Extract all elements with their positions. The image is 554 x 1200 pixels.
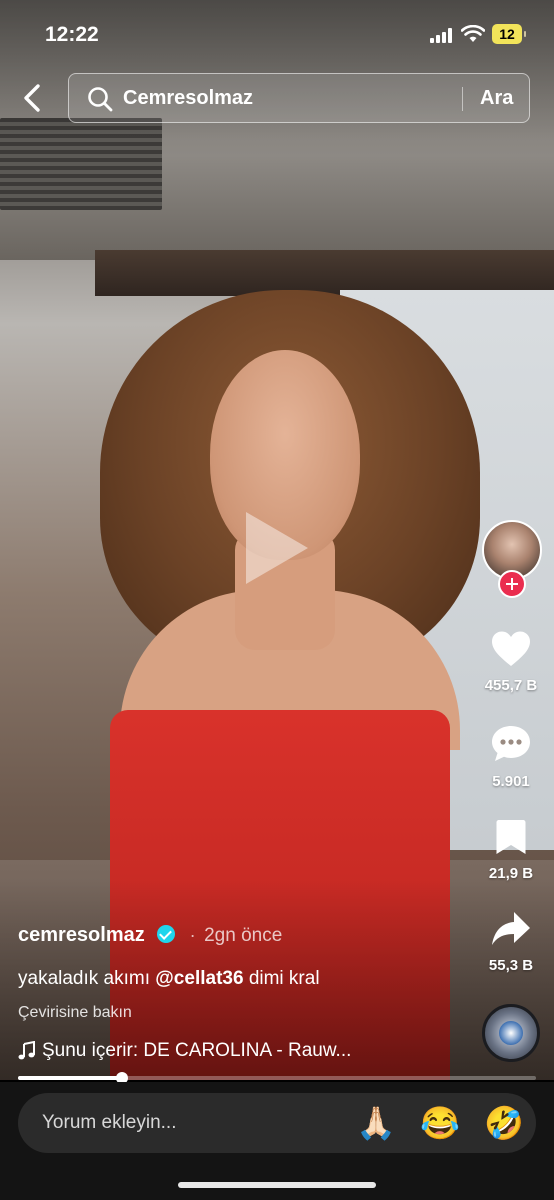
emoji-rofl-button[interactable]: 🤣	[484, 1106, 524, 1140]
post-meta: cemresolmaz · 2gn önce	[18, 924, 468, 947]
cellular-signal-icon	[430, 28, 452, 43]
username-link[interactable]: cemresolmaz	[18, 924, 145, 947]
progress-fill	[18, 1076, 122, 1080]
follow-plus-icon[interactable]	[498, 570, 526, 598]
like-count: 455,7 B	[484, 677, 538, 694]
share-button[interactable]: 55,3 B	[480, 910, 542, 974]
post-caption: yakaladık akımı @cellat36 dimi kral	[18, 968, 320, 990]
post-time-ago: 2gn önce	[204, 925, 283, 946]
search-icon	[88, 87, 113, 112]
music-info[interactable]: Şunu içerir: DE CAROLINA - Rauw...	[18, 1040, 351, 1062]
share-arrow-icon	[492, 912, 530, 945]
play-icon[interactable]	[246, 512, 308, 584]
search-button[interactable]: Ara	[480, 87, 513, 110]
save-count: 21,9 B	[488, 865, 534, 882]
save-button[interactable]: 21,9 B	[480, 818, 542, 882]
emoji-tears-of-joy-button[interactable]: 😂	[420, 1106, 460, 1140]
status-bar: 12:22 12	[0, 0, 554, 64]
battery-icon: 12	[492, 24, 526, 44]
video-progress-bar[interactable]	[18, 1072, 536, 1084]
heart-icon	[492, 631, 530, 666]
separator-dot: ·	[189, 925, 196, 945]
wifi-icon	[461, 25, 485, 42]
search-bar[interactable]: Cemresolmaz Ara	[68, 73, 530, 123]
status-time: 12:22	[45, 23, 99, 46]
comment-placeholder: Yorum ekleyin...	[42, 1112, 177, 1133]
music-title: Şunu içerir: DE CAROLINA - Rauw...	[42, 1040, 352, 1061]
emoji-praying-hands-button[interactable]: 🙏🏻	[356, 1106, 396, 1140]
music-disc-icon[interactable]	[482, 1004, 540, 1062]
caption-text-end: dimi kral	[248, 968, 320, 989]
like-button[interactable]: 455,7 B	[480, 630, 542, 694]
comment-button[interactable]: 5.901	[480, 724, 542, 790]
mention-link[interactable]: @cellat36	[155, 968, 243, 989]
comment-input[interactable]: Yorum ekleyin... 🙏🏻 😂 🤣	[18, 1093, 536, 1153]
search-query[interactable]: Cemresolmaz	[123, 87, 253, 110]
comment-count: 5.901	[492, 773, 530, 790]
caption-text-start: yakaladık akımı	[18, 968, 150, 989]
music-note-icon	[18, 1041, 35, 1060]
comment-bubble-icon	[492, 726, 530, 761]
share-count: 55,3 B	[488, 957, 534, 974]
see-translation-link[interactable]: Çevirisine bakın	[18, 1004, 132, 1022]
back-arrow-icon[interactable]	[18, 80, 48, 116]
verified-badge-icon	[157, 925, 176, 943]
home-indicator	[178, 1182, 376, 1188]
disc-center	[499, 1021, 523, 1045]
bottom-comment-area: Yorum ekleyin... 🙏🏻 😂 🤣	[0, 1082, 554, 1200]
bookmark-icon	[496, 820, 526, 854]
search-divider	[462, 87, 463, 111]
